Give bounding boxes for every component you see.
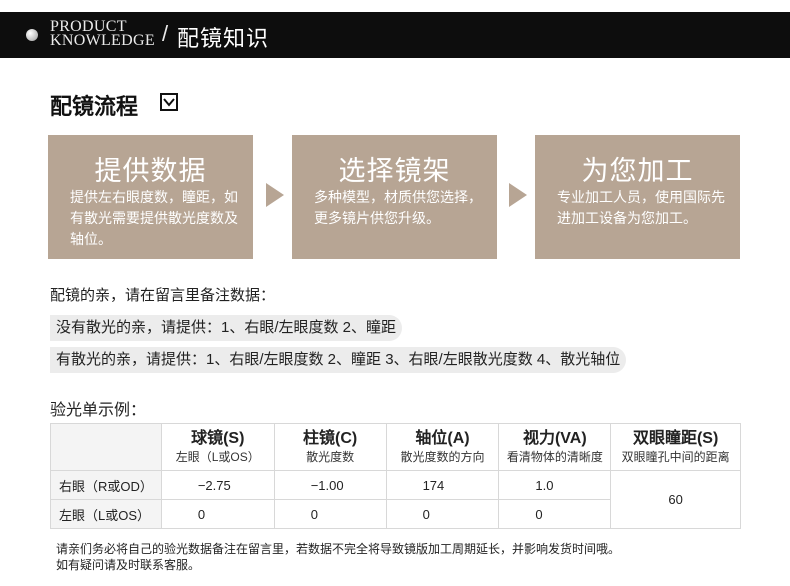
arrow-right-icon [509,183,527,207]
cell-sphere: −2.75 [160,470,275,500]
footer-note-line1: 请亲们务必将自己的验光数据备注在留言里，若数据不完全将导致镜版加工周期延长，并影… [56,542,621,556]
cell-sphere: 0 [160,499,275,529]
column-subtitle: 左眼（L或OS） [175,450,260,464]
step-card-processing: 为您加工 专业加工人员，使用国际先进加工设备为您加工。 [535,135,740,259]
column-subtitle: 看清物体的清晰度 [506,450,603,464]
header-slash: / [162,21,169,46]
step-title: 选择镜架 [338,156,451,186]
step-description: 提供左右眼度数，瞳距，如有散光需要提供散光度数及轴位。 [70,189,238,247]
column-title: 轴位(A) [415,430,470,447]
section-title: 配镜流程 [50,94,139,119]
column-subtitle: 散光度数的方向 [400,450,485,464]
header-chinese-title: 配镜知识 [177,26,270,51]
step-title: 为您加工 [581,156,694,186]
row-label: 左眼（L或OS） [50,499,162,529]
table-header-row: 球镜(S) 左眼（L或OS） 柱镜(C) 散光度数 轴位(A) 散光度数的方向 … [50,423,741,471]
checkbox-down-icon [160,93,178,111]
cell-visual-acuity: 0 [498,499,612,529]
cell-visual-acuity: 1.0 [498,470,612,500]
row-label: 右眼（R或OD） [50,470,162,500]
column-header-visual-acuity: 视力(VA) 看清物体的清晰度 [498,423,612,471]
step-description: 专业加工人员，使用国际先进加工设备为您加工。 [557,189,725,226]
footer-note-line2: 如有疑问请及时联系客服。 [56,558,201,572]
column-header-cylinder: 柱镜(C) 散光度数 [273,423,387,471]
intro-text: 配镜的亲，请在留言里备注数据： [50,287,276,304]
column-header-sphere: 球镜(S) 左眼（L或OS） [160,423,275,471]
cell-axis: 174 [385,470,500,500]
column-title: 视力(VA) [522,430,587,447]
cell-pupil-distance: 60 [610,470,741,529]
header-english-title: PRODUCT KNOWLEDGE [50,19,155,49]
cell-cylinder: −1.00 [273,470,387,500]
column-subtitle: 双眼瞳孔中间的距离 [621,450,730,464]
prescription-table: 球镜(S) 左眼（L或OS） 柱镜(C) 散光度数 轴位(A) 散光度数的方向 … [50,423,741,529]
header-en-line2: KNOWLEDGE [50,32,155,49]
column-header-pupil-distance: 双眼瞳距(S) 双眼瞳孔中间的距离 [610,423,741,471]
footer-note: 请亲们务必将自己的验光数据备注在留言里，若数据不完全将导致镜版加工周期延长，并影… [56,541,620,573]
note-astigmatism: 有散光的亲，请提供：1、右眼/左眼度数 2、瞳距 3、右眼/左眼散光度数 4、散… [50,347,627,373]
sample-title: 验光单示例： [50,402,147,419]
cell-cylinder: 0 [273,499,387,529]
step-description: 多种模型，材质供您选择，更多镜片供您升级。 [314,189,482,226]
column-title: 球镜(S) [191,430,245,447]
step-card-provide-data: 提供数据 提供左右眼度数，瞳距，如有散光需要提供散光度数及轴位。 [48,135,253,259]
table-corner-cell [50,423,162,471]
step-title: 提供数据 [94,156,207,186]
bullet-icon [26,29,38,41]
column-title: 双眼瞳距(S) [632,430,719,447]
column-title: 柱镜(C) [303,430,358,447]
table-row: 右眼（R或OD） −2.75 −1.00 174 1.0 60 [50,470,741,529]
column-header-axis: 轴位(A) 散光度数的方向 [385,423,500,471]
arrow-right-icon [266,183,284,207]
step-card-choose-frame: 选择镜架 多种模型，材质供您选择，更多镜片供您升级。 [292,135,497,259]
note-no-astigmatism: 没有散光的亲，请提供：1、右眼/左眼度数 2、瞳距 [50,315,403,341]
column-subtitle: 散光度数 [306,450,355,464]
cell-axis: 0 [385,499,500,529]
header-bar: PRODUCT KNOWLEDGE / 配镜知识 [0,12,790,58]
